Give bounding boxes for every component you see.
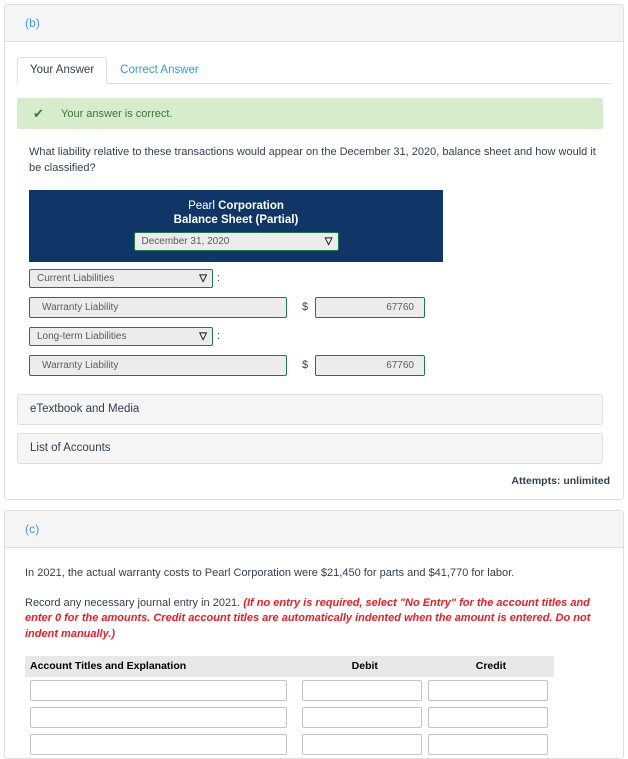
column-spacer [294,656,302,677]
cell-debit-3 [301,731,428,758]
cell-account-2 [25,704,294,731]
section-b-label: (b) [25,16,40,30]
balance-sheet-date-row: December 31, 2020 ▽ [29,232,443,254]
currency-symbol-2: $ [301,359,309,371]
classification-row-1: Current Liabilities ▽ : [29,267,603,289]
section-c-label: (c) [25,522,40,536]
amount-input-2[interactable]: 67760 [315,354,425,376]
account-row-1: Warranty Liability $ 67760 [29,296,603,318]
journal-instruction-paragraph: Record any necessary journal entry in 20… [25,596,603,643]
journal-entry-table: Account Titles and Explanation Debit Cre… [25,656,554,758]
column-header-credit: Credit [427,656,554,677]
section-b-panel: (b) Your Answer Correct Answer ✔ Your ans… [4,4,624,500]
classification-select-2-value: Long-term Liabilities [37,330,127,342]
chevron-down-icon: ▽ [199,330,207,342]
resource-buttons: eTextbook and Media List of Accounts [5,394,623,464]
journal-account-input-2[interactable] [30,707,287,728]
date-select-value: December 31, 2020 [141,236,230,247]
cell-spacer [294,704,301,731]
balance-sheet-subtitle: Balance Sheet (Partial) [173,214,299,226]
balance-sheet-header: Pearl Corporation Balance Sheet (Partial… [29,190,443,262]
page-root: (b) Your Answer Correct Answer ✔ Your ans… [0,0,628,759]
cell-spacer [294,677,301,704]
classification-colon-1: : [217,272,221,284]
column-header-debit: Debit [301,656,428,677]
company-name-plain: Pearl [188,200,215,212]
journal-table-header-row: Account Titles and Explanation Debit Cre… [25,656,554,677]
classification-row-2: Long-term Liabilities ▽ : [29,325,603,347]
checkmark-icon: ✔ [33,106,44,121]
list-of-accounts-button[interactable]: List of Accounts [17,433,603,464]
balance-sheet-rows: Current Liabilities ▽ : Warranty Liabili… [29,267,603,376]
warranty-costs-paragraph: In 2021, the actual warranty costs to Pe… [25,567,515,579]
table-row [25,731,554,758]
tab-your-answer[interactable]: Your Answer [17,57,108,84]
journal-instruction-plain: Record any necessary journal entry in 20… [25,596,244,609]
cell-spacer [294,731,301,758]
section-c-panel: (c) In 2021, the actual warranty costs t… [4,510,624,759]
journal-debit-input-2[interactable] [301,707,422,728]
journal-account-input-1[interactable] [30,680,287,701]
alert-message: Your answer is correct. [61,107,173,120]
classification-select-1-value: Current Liabilities [37,272,115,284]
section-b-body: Your Answer Correct Answer ✔ Your answer … [5,56,623,499]
tab-correct-answer[interactable]: Correct Answer [107,57,212,84]
table-row [25,677,554,704]
answer-tabs: Your Answer Correct Answer [17,56,611,84]
cell-credit-2 [427,704,554,731]
journal-credit-input-1[interactable] [427,680,548,701]
journal-account-input-3[interactable] [30,734,287,755]
account-row-2: Warranty Liability $ 67760 [29,354,603,376]
section-b-header: (b) [5,5,623,42]
journal-table-body [25,677,554,758]
cell-account-1 [25,677,294,704]
column-header-account-titles: Account Titles and Explanation [25,656,295,677]
classification-colon-2: : [217,330,221,342]
currency-symbol-1: $ [301,301,309,313]
table-row [25,704,554,731]
classification-select-2[interactable]: Long-term Liabilities ▽ [29,326,213,346]
section-c-header: (c) [5,511,623,548]
journal-credit-input-2[interactable] [427,707,548,728]
section-c-body: In 2021, the actual warranty costs to Pe… [5,548,623,758]
cell-credit-1 [427,677,554,704]
journal-debit-input-3[interactable] [301,734,422,755]
balance-sheet-date-select[interactable]: December 31, 2020 ▽ [133,232,339,251]
account-title-input-2[interactable]: Warranty Liability [29,354,287,376]
journal-credit-input-3[interactable] [427,734,548,755]
attempts-label: Attempts: unlimited [511,475,610,487]
question-text-b: What liability relative to these transac… [29,146,596,174]
cell-debit-2 [301,704,428,731]
journal-debit-input-1[interactable] [301,680,422,701]
account-title-input-1[interactable]: Warranty Liability [29,296,287,318]
chevron-down-icon: ▽ [324,236,333,247]
balance-sheet-company: Pearl Corporation [29,199,443,213]
answer-correct-alert: ✔ Your answer is correct. [17,98,603,129]
cell-debit-1 [301,677,428,704]
amount-input-1[interactable]: 67760 [315,296,425,318]
cell-credit-3 [427,731,554,758]
chevron-down-icon: ▽ [199,272,207,284]
classification-select-1[interactable]: Current Liabilities ▽ [29,268,213,288]
etextbook-and-media-button[interactable]: eTextbook and Media [17,394,603,425]
balance-sheet-widget: Pearl Corporation Balance Sheet (Partial… [29,190,603,376]
cell-account-3 [25,731,294,758]
company-name-bold: Corporation [218,200,284,212]
